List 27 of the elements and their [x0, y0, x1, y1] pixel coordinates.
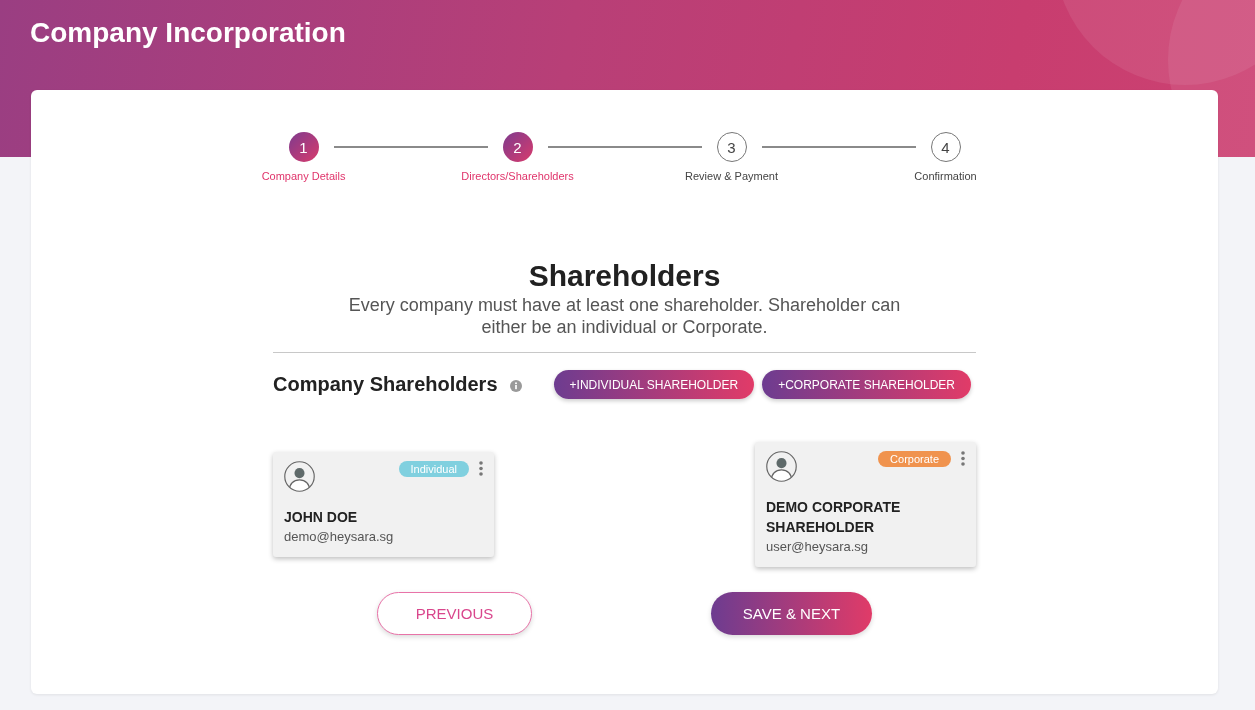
shareholder-email: user@heysara.sg: [766, 538, 870, 556]
kebab-menu-icon[interactable]: [961, 451, 965, 466]
step-number: 1: [288, 132, 319, 162]
shareholder-name: DEMO CORPORATE SHAREHOLDER: [766, 498, 902, 537]
add-shareholder-button[interactable]: +INDIVIDUAL SHAREHOLDER: [553, 370, 755, 399]
step-number: 2: [502, 132, 533, 162]
step-label: Company Details: [261, 170, 346, 183]
shareholder-email: demo@heysara.sg: [284, 528, 395, 546]
type-badge: Corporate: [878, 451, 951, 467]
add-shareholder-button[interactable]: +CORPORATE SHAREHOLDER: [762, 370, 971, 399]
shareholder-name: JOHN DOE: [284, 508, 359, 527]
avatar-icon: [284, 461, 315, 492]
type-badge: Individual: [398, 461, 469, 477]
section-description: Every company must have at least one shareholder. Shareholder can either be an individual or Corporate.: [347, 294, 902, 338]
avatar-icon: [766, 451, 797, 482]
page-title: Company Incorporation: [30, 16, 346, 50]
step-label: Review & Payment: [685, 170, 778, 183]
panel-title: Company Shareholders: [273, 373, 498, 396]
step-number: 4: [930, 132, 961, 162]
section-title: Shareholders: [528, 258, 721, 294]
previous-button[interactable]: PREVIOUS: [377, 592, 532, 635]
info-icon[interactable]: [509, 379, 522, 392]
step-label: Directors/Shareholders: [461, 170, 574, 183]
kebab-menu-icon[interactable]: [479, 461, 483, 476]
step-label: Confirmation: [914, 170, 977, 183]
save-next-button[interactable]: SAVE & NEXT: [711, 592, 872, 635]
step-number: 3: [716, 132, 747, 162]
